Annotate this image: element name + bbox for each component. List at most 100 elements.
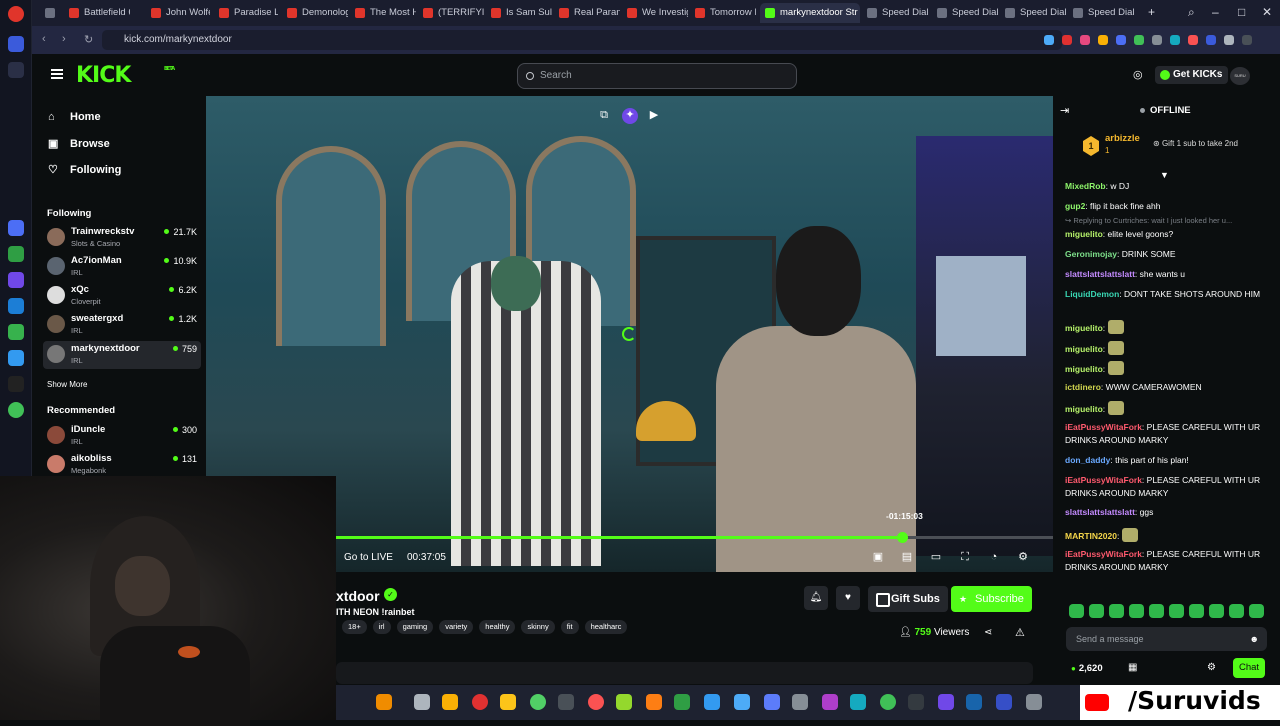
report-icon[interactable]: ⚠ (1015, 626, 1025, 639)
bell-icon[interactable]: 🔔︎ (804, 586, 828, 610)
subscribe-button[interactable]: Subscribe (951, 586, 1032, 612)
chatgpt-icon[interactable] (8, 246, 24, 262)
nav-following[interactable]: ♡ Following (48, 164, 121, 176)
spotify-icon[interactable] (8, 402, 24, 418)
notifications-icon[interactable]: ◎ (1133, 68, 1143, 81)
minimize-icon[interactable]: – (1212, 5, 1219, 19)
forward-icon[interactable]: › (62, 33, 66, 45)
chat-input[interactable]: Send a message ☻ (1066, 627, 1267, 651)
app-icon[interactable] (376, 694, 392, 710)
app-icon[interactable] (938, 694, 954, 710)
chat-username[interactable]: MixedRob (1065, 181, 1106, 191)
emoji-icon[interactable]: ☻ (1250, 627, 1259, 651)
extension-icon[interactable] (1116, 35, 1126, 45)
emote-icon[interactable] (1229, 604, 1244, 618)
workspace-icon[interactable] (8, 36, 24, 52)
back-icon[interactable]: ‹ (42, 33, 46, 45)
kick-logo[interactable]: KICK BETA (76, 63, 175, 88)
gift-subs-button[interactable]: Gift Subs (868, 586, 948, 612)
emote-icon[interactable] (1089, 604, 1104, 618)
emote-icon[interactable] (1249, 604, 1264, 618)
chat-username[interactable]: don_daddy (1065, 455, 1110, 465)
get-kicks-button[interactable]: Get KICKs (1155, 66, 1229, 84)
tab-item-active[interactable]: markynextdoor Str (760, 3, 860, 23)
emote-icon[interactable] (1169, 604, 1184, 618)
star-icon[interactable] (8, 62, 24, 78)
tab-item[interactable]: (TERRIFYING) (418, 3, 484, 23)
emote-icon[interactable] (1109, 604, 1124, 618)
emote-icon[interactable] (1149, 604, 1164, 618)
tab-item[interactable]: Speed Dial (862, 3, 930, 23)
tab-item[interactable]: Tomorrow Is (690, 3, 756, 23)
chat-username[interactable]: miguelito (1065, 323, 1103, 333)
show-more-link[interactable]: Show More (47, 380, 87, 389)
app-icon[interactable] (588, 694, 604, 710)
chat-username[interactable]: miguelito (1065, 364, 1103, 374)
tag[interactable]: variety (439, 620, 474, 634)
extension-icon[interactable] (1044, 35, 1054, 45)
sparkle-icon[interactable]: ✦ (622, 108, 638, 124)
telegram-icon[interactable] (8, 350, 24, 366)
chat-username[interactable]: Geronimojay (1065, 249, 1117, 259)
extension-icon[interactable] (1170, 35, 1180, 45)
extension-icon[interactable] (1224, 35, 1234, 45)
app-icon[interactable] (500, 694, 516, 710)
emote-icon[interactable] (1189, 604, 1204, 618)
sidebar-channel[interactable]: iDuncle IRL 300 (43, 422, 201, 450)
tag[interactable]: 18+ (342, 620, 367, 634)
tab-item[interactable]: Battlefield 6 - (64, 3, 130, 23)
chat-username[interactable]: slattslattslattslatt (1065, 269, 1135, 279)
chat-username[interactable]: miguelito (1065, 229, 1103, 239)
new-tab-icon[interactable]: + (1148, 5, 1155, 19)
channel-title[interactable]: xtdoor (336, 588, 380, 604)
app-icon[interactable] (792, 694, 808, 710)
nav-home[interactable]: ⌂ Home (48, 111, 101, 123)
reply-preview[interactable]: ↪ Replying to Curtriches: wait I just lo… (1065, 216, 1232, 225)
x-icon[interactable] (8, 376, 24, 392)
collapse-chat-icon[interactable]: ⇥ (1060, 104, 1069, 117)
share-icon[interactable]: ⋖ (984, 627, 992, 638)
maximize-icon[interactable]: □ (1238, 5, 1245, 19)
whatsapp-icon[interactable] (8, 324, 24, 340)
tab-overview[interactable] (40, 3, 64, 23)
chat-username[interactable]: ictdinero (1065, 382, 1101, 392)
chat-username[interactable]: iEatPussyWitaFork (1065, 422, 1142, 432)
file-explorer-icon[interactable] (442, 694, 458, 710)
speed-icon[interactable]: ◔ (987, 550, 1001, 564)
tag[interactable]: skinny (521, 620, 555, 634)
tab-item[interactable]: Speed Dial (1000, 3, 1068, 23)
opera-icon[interactable] (472, 694, 488, 710)
avatar[interactable]: SURU (1230, 67, 1250, 85)
extension-icon[interactable] (1134, 35, 1144, 45)
tag[interactable]: fit (560, 620, 579, 634)
menu-icon[interactable] (51, 69, 63, 79)
channel-points[interactable]: 2,620 (1071, 663, 1103, 674)
extension-icon[interactable] (1152, 35, 1162, 45)
emote-icon[interactable] (1069, 604, 1084, 618)
app-icon[interactable] (414, 694, 430, 710)
app-icon[interactable] (704, 694, 720, 710)
clip-icon[interactable]: ⧉ (597, 108, 611, 122)
aria-icon[interactable] (8, 220, 24, 236)
tag[interactable]: healthy (479, 620, 516, 634)
chat-settings-icon[interactable]: ⚙ (1207, 662, 1216, 673)
search-tabs-icon[interactable]: ⌕ (1188, 5, 1195, 20)
sidebar-channel[interactable]: Ac7ionMan IRL 10.9K (43, 253, 201, 281)
go-to-live-button[interactable]: Go to LIVE (344, 552, 393, 563)
progress-handle[interactable] (897, 532, 909, 543)
settings-gear-icon[interactable] (1026, 694, 1042, 710)
app-icon[interactable] (558, 694, 574, 710)
reload-icon[interactable]: ↻ (84, 33, 93, 46)
tag[interactable]: healtharc (584, 620, 628, 634)
clip-icon[interactable]: ▤ (900, 550, 914, 564)
messenger-icon[interactable] (8, 298, 24, 314)
app-icon[interactable] (880, 694, 896, 710)
rss-icon[interactable] (1098, 35, 1108, 45)
emote-icon[interactable] (1129, 604, 1144, 618)
sidebar-channel[interactable]: aikobliss Megabonk 131 (43, 451, 201, 479)
settings-gear-icon[interactable]: ⚙ (1016, 550, 1030, 564)
pin-icon[interactable]: ▼ (1160, 170, 1169, 180)
chat-send-button[interactable]: Chat (1233, 658, 1266, 678)
tab-item[interactable]: We Investigat (622, 3, 688, 23)
fullscreen-icon[interactable]: ⛶ (958, 550, 972, 564)
